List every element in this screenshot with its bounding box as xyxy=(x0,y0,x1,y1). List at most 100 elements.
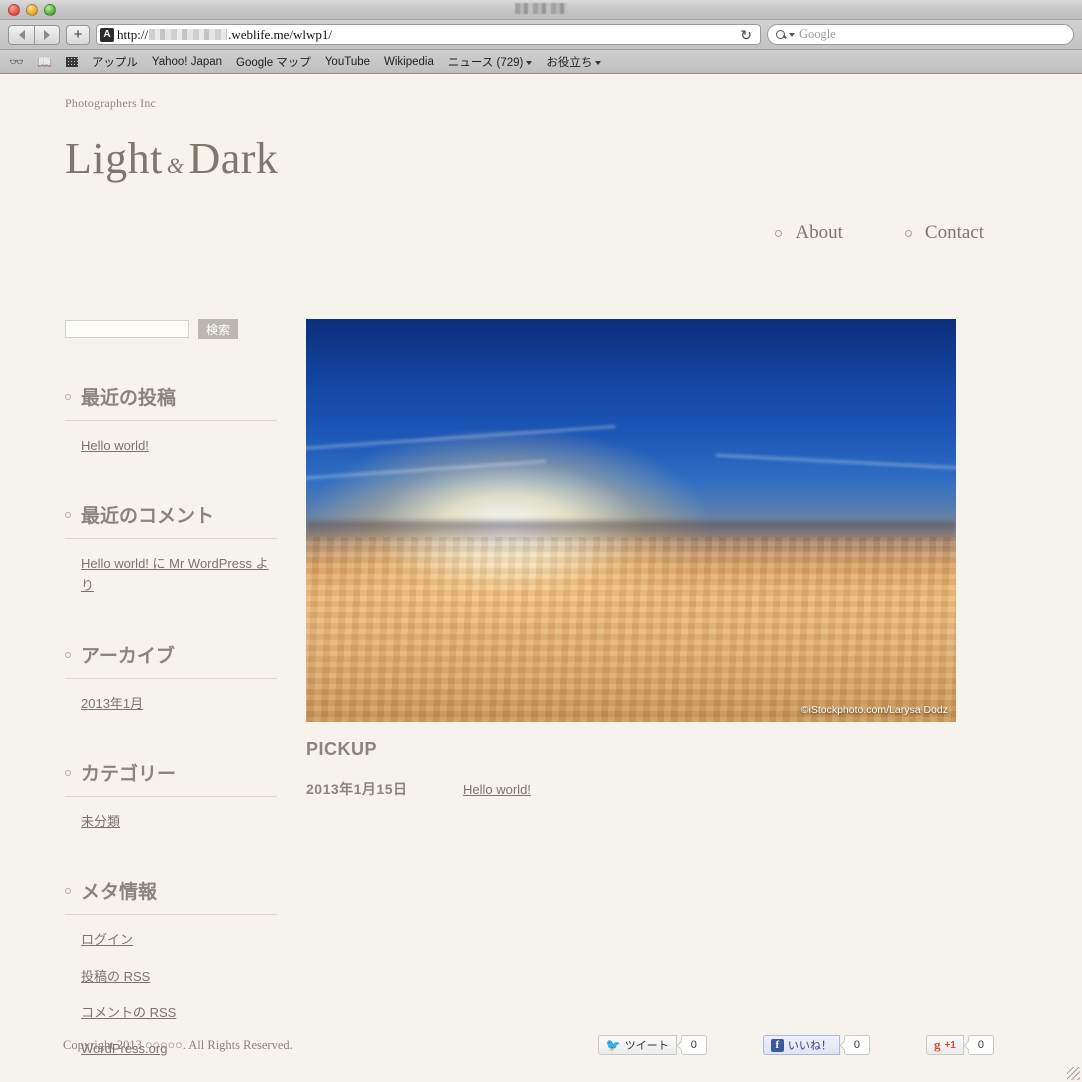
archive-link[interactable]: 2013年1月 xyxy=(81,696,143,711)
list-item: 投稿の RSS xyxy=(81,966,277,988)
reading-list-icon[interactable]: 👓 xyxy=(9,55,24,69)
widget-list: 未分類 xyxy=(65,797,277,833)
cloud-layer xyxy=(306,536,956,722)
site-tagline: Photographers Inc xyxy=(65,96,157,110)
search-icon xyxy=(776,30,785,39)
bullet-circle-icon xyxy=(65,769,71,776)
bullet-circle-icon xyxy=(65,887,71,894)
url-scheme: http:// xyxy=(117,26,149,42)
window-resize-grip[interactable] xyxy=(1067,1067,1080,1080)
chevron-down-icon xyxy=(595,60,602,65)
cloud-streak xyxy=(306,460,546,480)
triangle-left-icon xyxy=(18,29,25,40)
widget-title: メタ情報 xyxy=(65,877,277,916)
site-footer: Copyright 2013 ○○○○○. All Rights Reserve… xyxy=(0,1030,1082,1060)
recent-post-link[interactable]: Hello world! xyxy=(81,438,149,453)
bookmark-news-folder[interactable]: ニュース (729) xyxy=(447,54,533,70)
search-placeholder: Google xyxy=(799,27,836,41)
window-titlebar xyxy=(0,0,1082,20)
forward-button[interactable] xyxy=(34,24,60,45)
image-credit: ©iStockphoto.com/Larysa Dodz xyxy=(800,704,948,716)
list-item: 2013年1月 xyxy=(81,693,277,715)
pickup-date: 2013年1月15日 xyxy=(306,781,408,797)
meta-comments-rss-link[interactable]: コメントの RSS xyxy=(81,1005,176,1020)
pickup-post-link[interactable]: Hello world! xyxy=(463,782,531,797)
site-title[interactable]: Light &Dark xyxy=(65,133,1082,184)
widget-list: Hello world! に Mr WordPress より xyxy=(65,539,277,597)
bookmark-apple[interactable]: アップル xyxy=(92,54,138,70)
triangle-right-icon xyxy=(44,29,50,40)
facebook-label-text: いいね！ xyxy=(787,1040,832,1052)
bookmark-google-maps[interactable]: Google マップ xyxy=(236,54,311,70)
social-buttons: 🐦 ツイート 0 f いいね！ 0 g +1 0 xyxy=(597,1035,994,1055)
address-bar-text: http:// .weblife.me/wlwp1/ xyxy=(117,27,332,43)
twitter-label-text: ツイート xyxy=(624,1040,669,1052)
nav-item-contact[interactable]: Contact xyxy=(904,222,984,244)
main-navigation: About Contact xyxy=(775,222,984,244)
list-item: Hello world! に Mr WordPress より xyxy=(81,553,277,597)
bookmark-youtube[interactable]: YouTube xyxy=(325,56,370,68)
widget-title-label: 最近のコメント xyxy=(81,506,215,528)
googleplus-label[interactable]: g +1 xyxy=(925,1035,964,1055)
new-tab-button[interactable]: + xyxy=(66,24,90,45)
twitter-count: 0 xyxy=(680,1035,707,1055)
main-column: ©iStockphoto.com/Larysa Dodz PICKUP 2013… xyxy=(306,319,956,799)
meta-login-link[interactable]: ログイン xyxy=(81,932,133,947)
widget-title-label: アーカイブ xyxy=(81,646,175,668)
facebook-label[interactable]: f いいね！ xyxy=(762,1035,840,1055)
twitter-label[interactable]: 🐦 ツイート xyxy=(597,1035,677,1055)
widget-title-label: メタ情報 xyxy=(81,882,158,904)
meta-posts-rss-link[interactable]: 投稿の RSS xyxy=(81,969,150,984)
reader-badge-icon[interactable]: A xyxy=(100,27,114,42)
search-submit-button[interactable]: 検索 xyxy=(198,319,239,339)
nav-item-about[interactable]: About xyxy=(775,222,843,244)
web-page: Photographers Inc Light &Dark About Conta… xyxy=(0,74,1082,1082)
site-title-ampersand: & xyxy=(166,153,185,178)
bullet-circle-icon xyxy=(775,229,783,237)
bookmark-news-label: ニュース (729) xyxy=(447,56,524,69)
top-sites-grid-icon[interactable] xyxy=(65,56,78,67)
recent-comment-link[interactable]: Hello world! に Mr WordPress より xyxy=(81,556,269,593)
reload-icon[interactable]: ↻ xyxy=(736,28,756,42)
widget-title: カテゴリー xyxy=(65,759,277,798)
googleplus-label-text: +1 xyxy=(944,1039,956,1051)
facebook-like-button[interactable]: f いいね！ 0 xyxy=(762,1035,870,1055)
facebook-count: 0 xyxy=(843,1035,870,1055)
window-title-redacted xyxy=(515,3,567,14)
url-host-redacted xyxy=(149,28,228,40)
twitter-share-button[interactable]: 🐦 ツイート 0 xyxy=(597,1035,707,1055)
pickup-heading: PICKUP xyxy=(306,739,378,759)
bookmark-useful-folder[interactable]: お役立ち xyxy=(546,54,602,70)
widget-archives: アーカイブ 2013年1月 xyxy=(65,641,277,715)
pickup-row: 2013年1月15日 Hello world! xyxy=(306,779,956,799)
chevron-down-icon[interactable] xyxy=(789,32,795,37)
window-title xyxy=(0,3,1082,16)
sidebar: 検索 最近の投稿 Hello world! 最近のコメント Hello worl… xyxy=(65,319,277,1074)
googleplus-plusone-button[interactable]: g +1 0 xyxy=(925,1035,994,1055)
site-header: Photographers Inc Light &Dark xyxy=(0,74,1082,184)
bullet-circle-icon xyxy=(904,229,912,237)
widget-list: Hello world! xyxy=(65,421,277,457)
navigation-buttons xyxy=(8,24,60,45)
widget-title: 最近のコメント xyxy=(65,501,277,540)
bookmarks-bar: 👓 📖 アップル Yahoo! Japan Google マップ YouTube… xyxy=(0,50,1082,74)
googleplus-g-icon: g xyxy=(933,1037,941,1052)
bookmarks-book-icon[interactable]: 📖 xyxy=(37,55,52,69)
bullet-circle-icon xyxy=(65,511,71,518)
hero-image[interactable]: ©iStockphoto.com/Larysa Dodz xyxy=(306,319,956,722)
nav-item-about-label: About xyxy=(795,222,843,243)
list-item: 未分類 xyxy=(81,811,277,833)
bookmark-wikipedia[interactable]: Wikipedia xyxy=(384,56,434,68)
cloud-streak xyxy=(716,454,956,470)
address-bar[interactable]: A http:// .weblife.me/wlwp1/ ↻ xyxy=(96,24,761,45)
bookmark-yahoo-japan[interactable]: Yahoo! Japan xyxy=(152,56,222,68)
list-item: コメントの RSS xyxy=(81,1002,277,1024)
browser-window: + A http:// .weblife.me/wlwp1/ ↻ Google 👓… xyxy=(0,0,1082,1082)
widget-list: 2013年1月 xyxy=(65,679,277,715)
list-item: Hello world! xyxy=(81,435,277,457)
back-button[interactable] xyxy=(8,24,34,45)
category-link[interactable]: 未分類 xyxy=(81,814,120,829)
widget-title-label: 最近の投稿 xyxy=(81,388,177,409)
search-input[interactable] xyxy=(65,320,189,338)
browser-search-field[interactable]: Google xyxy=(767,24,1074,45)
